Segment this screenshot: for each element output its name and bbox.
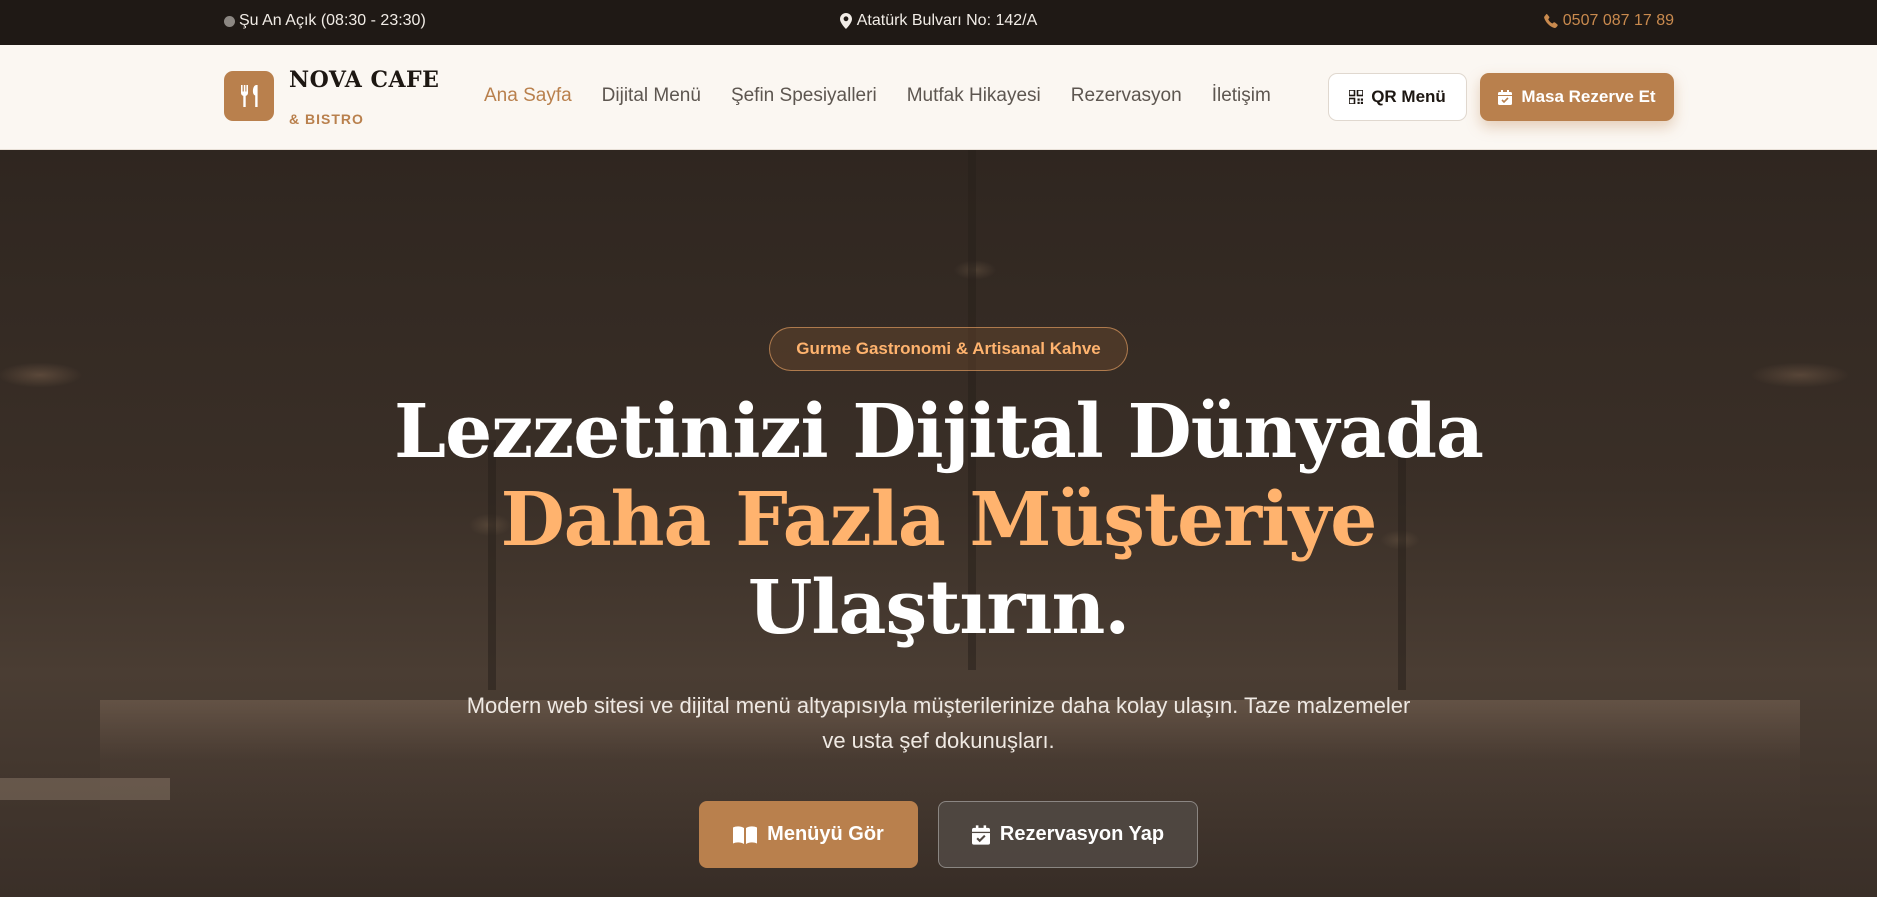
map-pin-icon [839, 13, 852, 29]
make-reservation-label: Rezervasyon Yap [999, 823, 1165, 845]
nav-item-contact[interactable]: İletişim [1212, 85, 1271, 107]
qr-menu-label: QR Menü [1371, 87, 1446, 106]
top-info-bar: Şu An Açık (08:30 - 23:30) Atatürk Bulva… [0, 0, 1877, 45]
reserve-table-label: Masa Rezerve Et [1521, 87, 1656, 106]
site-header: NOVA CAFE & BISTRO Ana Sayfa Dijital Men… [0, 45, 1877, 150]
view-menu-button[interactable]: Menüyü Gör [699, 801, 918, 868]
nav-item-chef-specials[interactable]: Şefin Spesiyalleri [731, 85, 877, 107]
phone-icon [1543, 14, 1558, 28]
hero-headline: Lezzetinizi Dijital Dünyada Daha Fazla M… [0, 388, 1877, 652]
main-nav: Ana Sayfa Dijital Menü Şefin Spesiyaller… [484, 85, 1271, 107]
brand-name[interactable]: NOVA CAFE [289, 67, 439, 93]
reserve-table-button[interactable]: Masa Rezerve Et [1480, 73, 1674, 121]
qr-code-icon [1349, 90, 1364, 104]
nav-item-kitchen-story[interactable]: Mutfak Hikayesi [907, 85, 1041, 107]
calendar-check-icon [971, 824, 990, 845]
headline-line-1: Lezzetinizi Dijital Dünyada [394, 389, 1484, 475]
nav-item-home[interactable]: Ana Sayfa [484, 85, 572, 107]
headline-line-3: Ulaştırın. [747, 565, 1130, 651]
headline-line-2: Daha Fazla Müşteriye [500, 477, 1378, 563]
qr-menu-button[interactable]: QR Menü [1328, 73, 1467, 121]
logo[interactable] [224, 71, 274, 121]
book-open-icon [733, 825, 758, 844]
make-reservation-button[interactable]: Rezervasyon Yap [938, 801, 1198, 868]
brand-subtitle: & BISTRO [289, 111, 364, 127]
nav-item-digital-menu[interactable]: Dijital Menü [602, 85, 701, 107]
view-menu-label: Menüyü Gör [767, 823, 884, 845]
calendar-check-icon [1498, 89, 1513, 105]
phone-link[interactable]: 0507 087 17 89 [1543, 12, 1674, 30]
hero-badge: Gurme Gastronomi & Artisanal Kahve [769, 327, 1128, 371]
page: Şu An Açık (08:30 - 23:30) Atatürk Bulva… [0, 0, 1877, 897]
address-text: Atatürk Bulvarı No: 142/A [856, 12, 1038, 29]
hero-section: Gurme Gastronomi & Artisanal Kahve Lezze… [0, 150, 1877, 897]
utensils-icon [241, 85, 258, 107]
nav-item-reservation[interactable]: Rezervasyon [1071, 85, 1182, 107]
background-shelf [0, 778, 170, 800]
phone-number[interactable]: 0507 087 17 89 [1563, 12, 1674, 30]
hero-subtext: Modern web sitesi ve dijital menü altyap… [466, 693, 1411, 753]
